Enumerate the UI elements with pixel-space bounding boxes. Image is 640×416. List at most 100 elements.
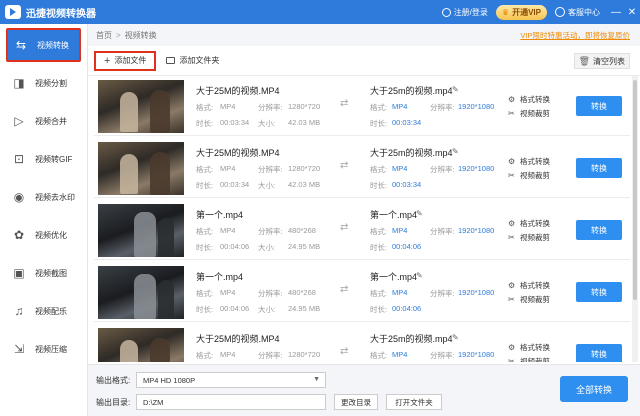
resolution-label: 分辨率: [258,351,283,360]
video-crop-label: 视频裁剪 [520,109,550,118]
source-format: MP4 [220,350,236,359]
support-label: 客服中心 [568,7,600,17]
video-thumbnail[interactable] [98,328,184,362]
format-convert-option[interactable]: ⚙ 格式转换 [508,94,550,105]
video-crop-option[interactable]: ✂ 视频裁剪 [508,294,550,305]
file-row[interactable]: 大于25M的视频.MP4 格式: MP4 分辨率: 1280*720 时长: 0… [94,324,630,362]
output-file-name[interactable]: 第一个.mp4 [370,208,417,221]
file-row[interactable]: 大于25M的视频.MP4 格式: MP4 分辨率: 1280*720 时长: 0… [94,76,630,136]
clear-list-label: 清空列表 [593,56,625,66]
format-convert-option[interactable]: ⚙ 格式转换 [508,342,550,353]
source-file-name: 大于25M的视频.MP4 [196,86,280,96]
file-row[interactable]: 第一个.mp4 格式: MP4 分辨率: 480*268 时长: 00:04:0… [94,262,630,322]
output-file-name[interactable]: 大于25m的视频.mp4 [370,332,453,345]
video-crop-option[interactable]: ✂ 视频裁剪 [508,232,550,243]
output-format-select[interactable]: MP4 HD 1080P ▼ [136,372,326,388]
source-duration: 00:04:06 [220,304,250,313]
sidebar-item-video-merge[interactable]: ▷ 视频合并 [6,104,81,138]
merge-icon: ▷ [14,114,24,128]
add-folder-button[interactable]: 添加文件夹 [162,51,223,71]
video-crop-label: 视频裁剪 [520,233,550,242]
sidebar-item-video-music[interactable]: ♫ 视频配乐 [6,294,81,328]
format-convert-option[interactable]: ⚙ 格式转换 [508,218,550,229]
format-label: 格式: [370,165,388,174]
convert-button[interactable]: 转换 [576,344,622,362]
format-label: 格式: [370,351,388,360]
output-dir-input[interactable]: D:\ZM [136,394,326,410]
scissors-icon: ✂ [508,357,515,362]
format-convert-option[interactable]: ⚙ 格式转换 [508,156,550,167]
sidebar-item-video-optimize[interactable]: ✿ 视频优化 [6,218,81,252]
trash-icon: 🗑 [578,55,590,66]
scrollbar-thumb[interactable] [633,80,637,300]
sidebar-item-label: 视频截图 [35,268,67,278]
sidebar-item-label: 视频分割 [35,78,67,88]
video-thumbnail[interactable] [98,204,184,257]
source-size: 24.95 MB [288,304,321,313]
sidebar-item-video-convert[interactable]: ⇆ 视频转换 [6,28,81,62]
close-button[interactable]: ✕ [624,7,640,18]
thumbnail-figure [120,154,138,194]
output-format-value: MP4 HD 1080P [143,375,196,385]
video-crop-option[interactable]: ✂ 视频裁剪 [508,170,550,181]
minimize-button[interactable]: — [608,7,624,18]
duration-label: 时长: [370,305,388,314]
clear-list-button[interactable]: 🗑 清空列表 [573,53,630,69]
output-file-name[interactable]: 大于25m的视频.mp4 [370,84,453,97]
format-label: 格式: [370,103,388,112]
source-resolution: 1280*720 [288,350,321,359]
output-resolution: 1920*1080 [458,226,495,235]
video-thumbnail[interactable] [98,266,184,319]
size-label: 大小: [258,119,276,128]
support-link[interactable]: 客服中心 [555,7,600,18]
file-row[interactable]: 大于25M的视频.MP4 格式: MP4 分辨率: 1280*720 时长: 0… [94,138,630,198]
source-size: 24.95 MB [288,242,321,251]
scrollbar[interactable] [632,76,638,362]
source-resolution: 480*268 [288,288,316,297]
sidebar-item-video-watermark[interactable]: ◉ 视频去水印 [6,180,81,214]
vip-button[interactable]: ♛ 开通VIP [495,4,547,20]
output-file-name[interactable]: 大于25m的视频.mp4 [370,146,453,159]
source-file-name: 第一个.mp4 [196,210,244,220]
pencil-icon[interactable]: ✎ [452,85,459,94]
pencil-icon[interactable]: ✎ [416,271,423,280]
app-logo-icon [5,5,21,19]
title-bar: 迅捷视频转换器 注册/登录 ♛ 开通VIP 客服中心 — ✕ [0,0,640,24]
breadcrumb-separator: > [116,30,121,40]
thumbnail-figure [120,340,138,362]
promo-link[interactable]: VIP限时特惠活动，即将恢复原价 [520,30,630,41]
duration-label: 时长: [196,119,214,128]
output-resolution: 1920*1080 [458,350,495,359]
format-convert-option[interactable]: ⚙ 格式转换 [508,280,550,291]
resolution-label: 分辨率: [258,227,283,236]
video-crop-option[interactable]: ✂ 视频裁剪 [508,356,550,362]
output-duration: 00:04:06 [392,242,422,251]
output-format: MP4 [392,350,408,359]
video-crop-label: 视频裁剪 [520,357,550,362]
open-folder-button[interactable]: 打开文件夹 [386,394,442,410]
bottom-panel: 输出格式: MP4 HD 1080P ▼ 输出目录: D:\ZM 更改目录 打开… [88,364,640,416]
output-file-name[interactable]: 第一个.mp4 [370,270,417,283]
login-link[interactable]: 注册/登录 [441,7,488,18]
convert-button[interactable]: 转换 [576,282,622,302]
sidebar-item-video-gif[interactable]: ⊡ 视频转GIF [6,142,81,176]
pencil-icon[interactable]: ✎ [452,333,459,342]
sidebar-item-label: 视频压缩 [35,344,67,354]
pencil-icon[interactable]: ✎ [452,147,459,156]
add-file-button[interactable]: + 添加文件 [94,50,157,71]
sidebar-item-video-split[interactable]: ◨ 视频分割 [6,66,81,100]
convert-button[interactable]: 转换 [576,220,622,240]
breadcrumb-home[interactable]: 首页 [96,30,112,41]
sidebar-item-video-screenshot[interactable]: ▣ 视频截图 [6,256,81,290]
video-thumbnail[interactable] [98,80,184,133]
video-thumbnail[interactable] [98,142,184,195]
video-crop-option[interactable]: ✂ 视频裁剪 [508,108,550,119]
pencil-icon[interactable]: ✎ [416,209,423,218]
convert-button[interactable]: 转换 [576,158,622,178]
change-dir-button[interactable]: 更改目录 [334,394,378,410]
output-resolution: 1920*1080 [458,288,495,297]
convert-button[interactable]: 转换 [576,96,622,116]
convert-all-button[interactable]: 全部转换 [560,376,628,402]
file-row[interactable]: 第一个.mp4 格式: MP4 分辨率: 480*268 时长: 00:04:0… [94,200,630,260]
sidebar-item-video-compress[interactable]: ⇲ 视频压缩 [6,332,81,366]
